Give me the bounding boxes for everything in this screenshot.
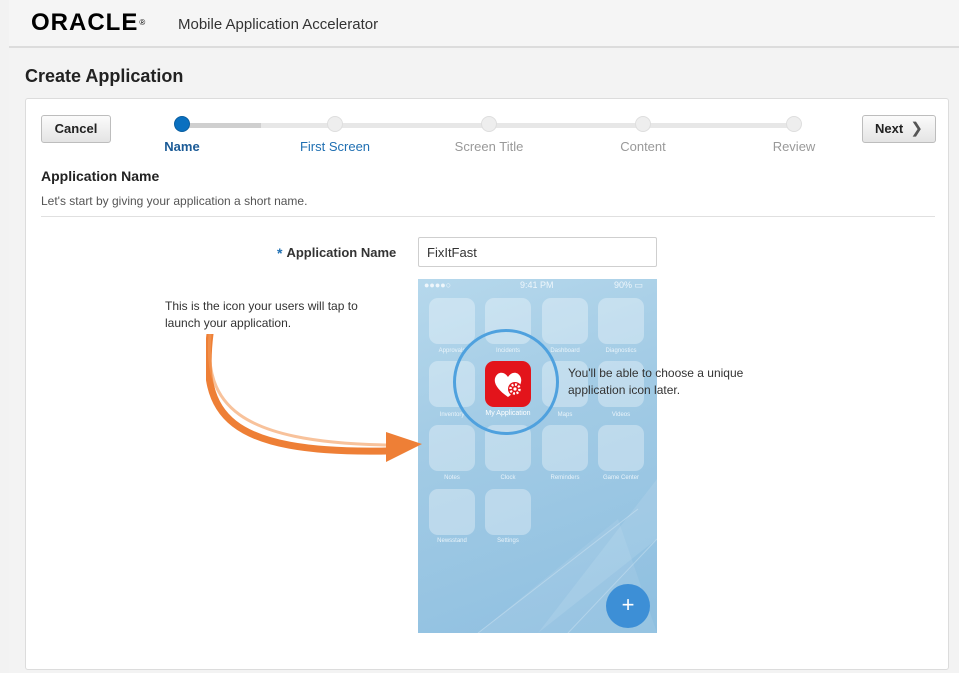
oracle-logo: ORACLE®: [31, 10, 146, 36]
app-tile: [598, 425, 644, 471]
next-button[interactable]: Next ❯: [862, 115, 936, 143]
battery-level: 90%: [614, 280, 633, 290]
heart-gear-icon: [494, 372, 522, 397]
callout-right-text: You'll be able to choose a unique applic…: [568, 366, 744, 397]
app-caption: Reminders: [550, 475, 580, 481]
page-title: Create Application: [25, 66, 184, 86]
step-dot-first-screen[interactable]: [327, 116, 343, 132]
app-tile: [542, 298, 588, 344]
chevron-right-icon: ❯: [910, 120, 923, 137]
app-title: Mobile Application Accelerator: [178, 16, 379, 33]
wizard-panel: Cancel Next ❯ Name First Screen Screen T…: [25, 98, 949, 670]
registered-mark: ®: [139, 18, 147, 27]
add-fab-button[interactable]: +: [606, 584, 650, 628]
my-application-icon: [485, 361, 531, 407]
app-name-label-text: Application Name: [286, 245, 397, 260]
my-application-caption: My Application: [485, 410, 531, 417]
app-caption: Diagnostics: [605, 348, 637, 354]
top-bar: ORACLE® Mobile Application Accelerator: [9, 0, 959, 48]
step-dot-name: [174, 116, 190, 132]
step-screen-title: Screen Title: [454, 139, 524, 154]
battery-indicator: 90% ▭: [614, 280, 644, 290]
app-caption: Game Center: [602, 475, 639, 481]
app-caption: Clock: [500, 475, 516, 481]
step-dot-content: [635, 116, 651, 132]
next-button-label: Next: [875, 121, 904, 136]
section-subtitle: Let's start by giving your application a…: [41, 194, 308, 208]
main-content: Create Application Cancel Next ❯ Name Fi…: [9, 48, 959, 673]
section-title: Application Name: [41, 168, 160, 184]
orange-arrow-icon: [206, 334, 422, 462]
status-time: 9:41 PM: [520, 280, 554, 290]
app-tile: [429, 489, 475, 535]
cancel-button[interactable]: Cancel: [41, 115, 111, 143]
app-tile: [485, 489, 531, 535]
step-first-screen[interactable]: First Screen: [275, 139, 395, 154]
step-dot-review: [786, 116, 802, 132]
step-content: Content: [620, 139, 666, 154]
divider: [41, 216, 935, 217]
callout-left-text: This is the icon your users will tap to …: [165, 299, 358, 330]
step-track: [186, 123, 261, 128]
step-dot-screen-title: [481, 116, 497, 132]
step-name: Name: [164, 139, 200, 154]
app-tile: [598, 298, 644, 344]
brand-text: ORACLE: [31, 9, 139, 36]
required-marker: *: [277, 245, 283, 261]
signal-indicator: ●●●●○: [424, 280, 452, 290]
app-caption: Videos: [611, 412, 631, 418]
app-tile: [542, 425, 588, 471]
app-caption: Settings: [497, 538, 519, 544]
step-review: Review: [772, 139, 816, 154]
app-caption: Newsstand: [437, 538, 467, 544]
app-name-input[interactable]: [418, 237, 657, 267]
app-name-label: * Application Name: [277, 245, 396, 261]
app-caption: Notes: [444, 475, 460, 481]
